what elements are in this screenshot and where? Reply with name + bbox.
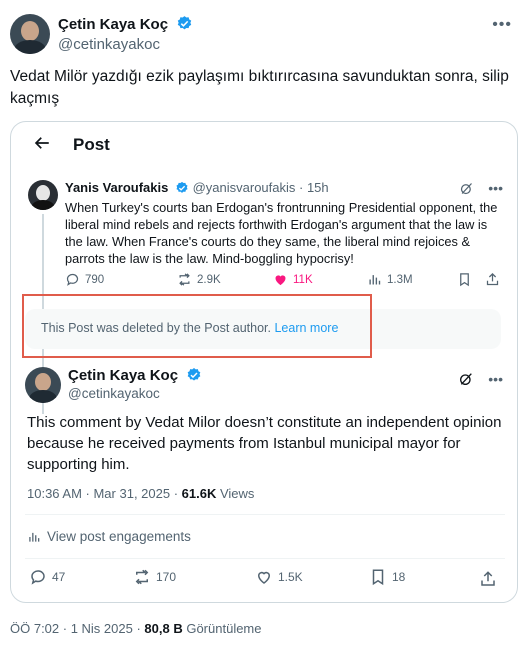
share-icon[interactable] (485, 272, 500, 287)
author-handle[interactable]: @cetinkayakoc (58, 36, 160, 53)
author-name[interactable]: Çetin Kaya Koç (68, 367, 202, 385)
timestamp[interactable]: ÖÖ 7:02 · 1 Nis 2025 · (10, 621, 141, 636)
repost-button[interactable]: 170 (133, 568, 176, 586)
reply-post-actions: 47 170 1.5K 18 (29, 568, 499, 590)
reply-button[interactable]: 790 (65, 272, 104, 287)
views-label: Görüntüleme (186, 621, 262, 636)
reply-icon (31, 570, 45, 585)
avatar[interactable] (10, 14, 50, 54)
author-handle[interactable]: @cetinkayakoc (68, 386, 160, 401)
bookmark-button[interactable]: 18 (369, 568, 405, 586)
repost-icon (179, 273, 190, 286)
more-icon[interactable]: ••• (488, 180, 503, 196)
author-name[interactable]: Çetin Kaya Koç (58, 15, 193, 34)
reply-post-tools: ••• (458, 371, 503, 387)
embedded-post-card[interactable]: Post Yanis Varoufakis @yanisvaroufakis ·… (10, 121, 518, 603)
verified-badge-icon (177, 16, 191, 30)
views-count: 61.6K (181, 486, 217, 501)
verified-badge-icon (176, 181, 188, 193)
views-label: Views (219, 486, 255, 501)
views-button[interactable]: 1.3M (367, 272, 413, 287)
reply-post-text: This comment by Vedat Milor doesn’t cons… (27, 414, 502, 473)
timestamp[interactable]: 10:36 AM · Mar 31, 2025 · (27, 486, 178, 501)
highlight-box (22, 294, 372, 358)
verified-badge-icon (187, 368, 200, 381)
heart-filled-icon (275, 275, 286, 286)
view-engagements-link[interactable]: View post engagements (27, 529, 191, 544)
analytics-icon (29, 532, 40, 542)
repost-button[interactable]: 2.9K (177, 272, 221, 287)
share-icon[interactable] (479, 570, 497, 588)
post-text: Vedat Milör yazdığı ezik paylaşımı bıktı… (10, 68, 509, 107)
grok-icon[interactable] (459, 181, 474, 196)
heart-icon (257, 571, 271, 584)
like-button[interactable]: 11K (273, 272, 313, 287)
reply-button[interactable]: 47 (29, 568, 65, 586)
post-footer-meta: ÖÖ 7:02 · 1 Nis 2025 · 80,8 B Görüntülem… (10, 621, 262, 636)
bookmark-icon (372, 569, 384, 586)
page-title: Post (73, 135, 110, 154)
views-count: 80,8 B (144, 621, 183, 636)
post-meta: 10:36 AM · Mar 31, 2025 · 61.6K Views (27, 486, 254, 501)
divider (25, 558, 505, 559)
quoted-post-actions: 790 2.9K 11K 1.3M (65, 272, 505, 292)
like-button[interactable]: 1.5K (255, 568, 303, 586)
divider (25, 514, 505, 515)
repost-icon (135, 569, 149, 585)
avatar[interactable] (28, 180, 58, 210)
quoted-post-header: Yanis Varoufakis @yanisvaroufakis · 15h (65, 180, 329, 195)
quoted-post-tools: ••• (459, 180, 503, 196)
back-arrow-icon[interactable] (33, 134, 51, 152)
more-icon[interactable]: ••• (492, 16, 512, 34)
bookmark-icon[interactable] (457, 272, 472, 287)
views-icon (369, 275, 381, 285)
grok-icon[interactable] (458, 371, 474, 387)
quoted-post-text: When Turkey's courts ban Erdogan's front… (65, 200, 498, 266)
more-icon[interactable]: ••• (488, 371, 503, 387)
avatar[interactable] (25, 367, 61, 403)
reply-icon (66, 273, 79, 286)
